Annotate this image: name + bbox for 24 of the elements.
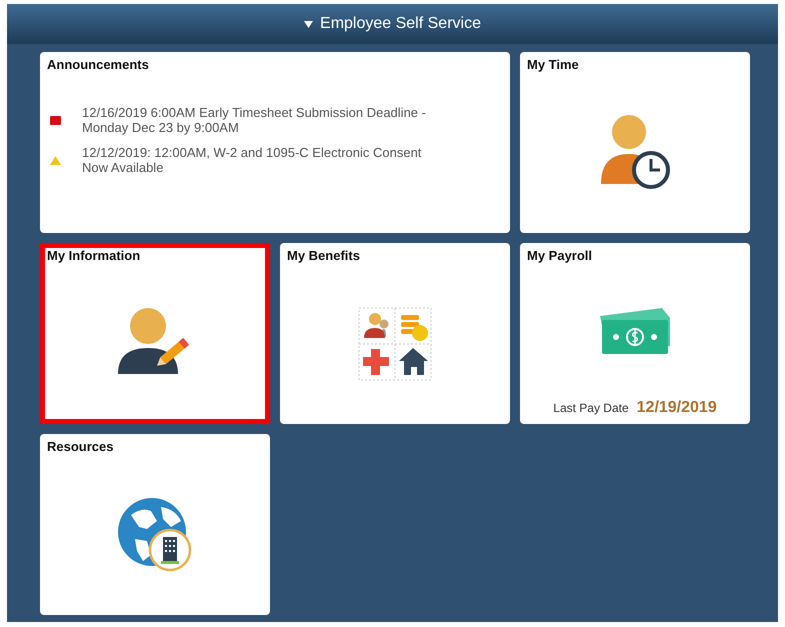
- tile[interactable]: My Time: [520, 52, 750, 233]
- tile[interactable]: My Benefits: [280, 243, 510, 424]
- warning-triangle-icon: [49, 154, 62, 166]
- tile[interactable]: My Payroll Last Pay Date 12/19/2019: [520, 243, 750, 424]
- header-title[interactable]: Employee Self Service: [320, 15, 481, 33]
- pay-date: 12/19/2019: [636, 399, 717, 417]
- money-icon: [598, 306, 672, 356]
- caret-icon[interactable]: [304, 20, 314, 28]
- announcement-text[interactable]: 12/16/2019 6:00AM Early Timesheet Submission Deadline - Monday Dec 23 by 9:00AM: [82, 105, 442, 135]
- tile-title: My Time: [527, 57, 579, 72]
- globe-building-icon: [117, 496, 193, 572]
- benefits-icon: [358, 306, 432, 380]
- tile-title: Resources: [47, 439, 114, 454]
- tile-title: My Information: [47, 248, 140, 263]
- tile-title: My Benefits: [287, 248, 360, 263]
- tile[interactable]: Announcements 12/16/2019 6:00AM Early Timesheet Submission Deadline - Monday Dec 23 by 9:00AM 12/12/2019: 12:00AM, W-2 and 1095-C Electronic Consent Now Available: [40, 52, 510, 233]
- pay-date-label: Last Pay Date: [553, 401, 629, 415]
- tile-title: Announcements: [47, 57, 149, 72]
- alert-square-icon: [49, 114, 62, 126]
- tile[interactable]: Resources: [40, 434, 270, 615]
- person-clock-icon: [599, 114, 671, 192]
- tile-title: My Payroll: [527, 248, 592, 263]
- tile[interactable]: My Information: [40, 243, 270, 424]
- announcement-text[interactable]: 12/12/2019: 12:00AM, W-2 and 1095-C Electronic Consent Now Available: [82, 145, 442, 175]
